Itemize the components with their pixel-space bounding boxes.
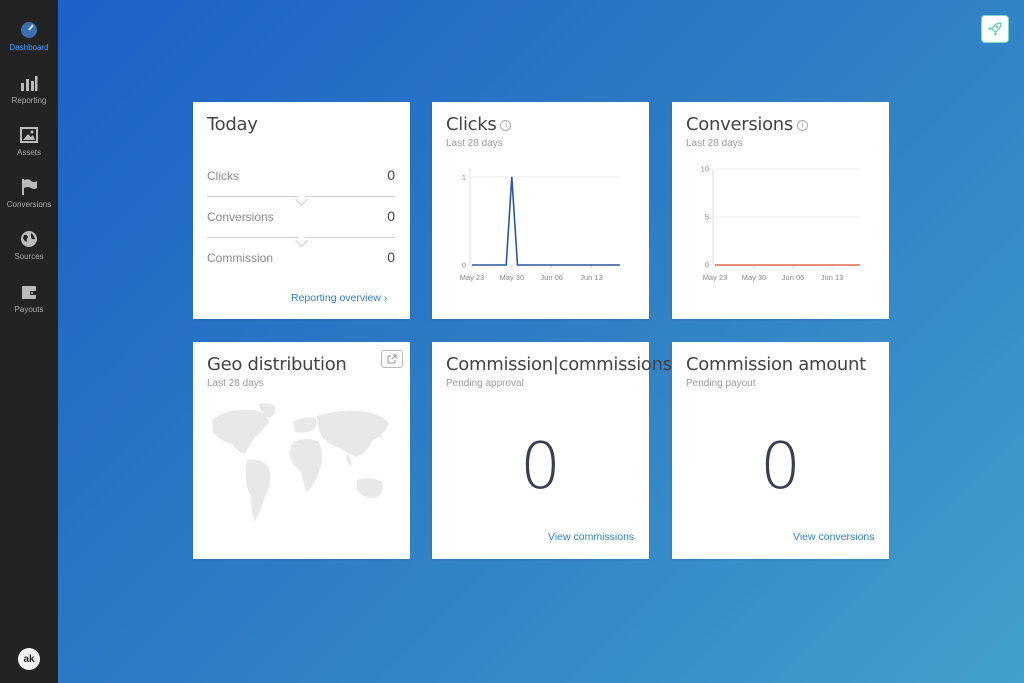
sidebar-item-reporting[interactable]: Reporting [0, 73, 58, 105]
sidebar-item-label: Dashboard [9, 43, 49, 52]
card-title: Geo distribution [207, 354, 347, 375]
pending-commissions-count: 0 [520, 430, 561, 504]
external-link-icon [387, 354, 397, 364]
y-tick-label: 0 [705, 261, 709, 270]
series-line [472, 176, 620, 266]
card-title: Commission amount [686, 354, 866, 375]
y-tick-label: 10 [701, 165, 709, 174]
sidebar-item-label: Sources [14, 252, 44, 261]
open-external-button[interactable] [381, 350, 403, 368]
reporting-overview-link[interactable]: Reporting overview › [291, 292, 387, 304]
avatar[interactable]: ak [18, 648, 40, 670]
row-label: Commission [207, 251, 274, 265]
world-map [212, 403, 389, 522]
commission-count-card: Commission|commissions Pending approval … [432, 342, 672, 559]
x-tick-label: Jun 13 [821, 273, 844, 282]
sidebar-item-label: Assets [16, 148, 41, 157]
y-tick-label: 5 [705, 213, 709, 222]
image-icon [20, 127, 38, 143]
card-title: Today [207, 114, 258, 135]
conversions-chart: 0 5 10 May 23 May 30 Jun 06 Jun 13 [701, 165, 860, 282]
row-value: 0 [387, 208, 395, 224]
clicks-chart: 0 1 May 23 May 30 Jun 06 Jun 13 [460, 168, 620, 282]
globe-icon [21, 231, 37, 247]
card-subtitle: Pending payout [686, 378, 756, 389]
sidebar: Dashboard Reporting Assets Conversions S… [0, 0, 58, 683]
view-conversions-link[interactable]: View conversions [793, 531, 875, 543]
card-subtitle: Pending approval [446, 378, 524, 389]
x-tick-label: Jun 06 [540, 273, 563, 282]
clicks-card: Clicks i Last 28 days 0 1 May 23 May 30 Jun 0… [432, 102, 649, 319]
sidebar-item-label: Reporting [11, 96, 47, 105]
rocket-icon [987, 22, 1002, 37]
sidebar-item-dashboard[interactable]: Dashboard [0, 20, 58, 52]
gauge-icon [21, 22, 37, 38]
geo-card: Geo distribution Last 28 days [193, 342, 410, 559]
x-tick-label: May 30 [742, 273, 767, 282]
x-tick-label: Jun 06 [782, 273, 805, 282]
y-tick-label: 1 [462, 172, 466, 181]
wallet-icon [22, 286, 37, 299]
sidebar-item-sources[interactable]: Sources [0, 229, 58, 261]
x-tick-label: May 23 [460, 273, 485, 282]
y-tick-label: 0 [462, 261, 466, 270]
flag-icon [22, 179, 37, 195]
bar-chart-icon [21, 76, 38, 91]
x-tick-label: May 30 [500, 273, 525, 282]
row-value: 0 [387, 249, 395, 265]
x-tick-label: May 23 [703, 273, 728, 282]
divider [207, 196, 395, 197]
row-label: Clicks [207, 169, 239, 183]
sidebar-item-conversions[interactable]: Conversions [0, 177, 58, 209]
conversions-card: Conversions i Last 28 days 0 5 10 May 23 May … [672, 102, 889, 319]
today-card: Today Clicks 0 Conversions 0 Commission … [193, 102, 410, 319]
divider [207, 237, 395, 238]
rocket-button[interactable] [981, 15, 1009, 43]
sidebar-item-label: Payouts [14, 305, 44, 314]
sidebar-item-payouts[interactable]: Payouts [0, 282, 58, 314]
card-title: Commission|commissions [446, 354, 672, 375]
today-row-commission: Commission 0 [207, 249, 395, 265]
pending-payout-amount: 0 [760, 430, 801, 504]
today-row-clicks: Clicks 0 [207, 167, 395, 183]
x-tick-label: Jun 13 [580, 273, 603, 282]
commission-amount-card: Commission amount Pending payout 0 View … [672, 342, 889, 559]
row-value: 0 [387, 167, 395, 183]
sidebar-item-assets[interactable]: Assets [0, 125, 58, 157]
card-subtitle: Last 28 days [207, 378, 264, 389]
today-row-conversions: Conversions 0 [207, 208, 395, 224]
view-commissions-link[interactable]: View commissions [548, 531, 634, 543]
row-label: Conversions [207, 210, 274, 224]
sidebar-item-label: Conversions [6, 200, 52, 209]
